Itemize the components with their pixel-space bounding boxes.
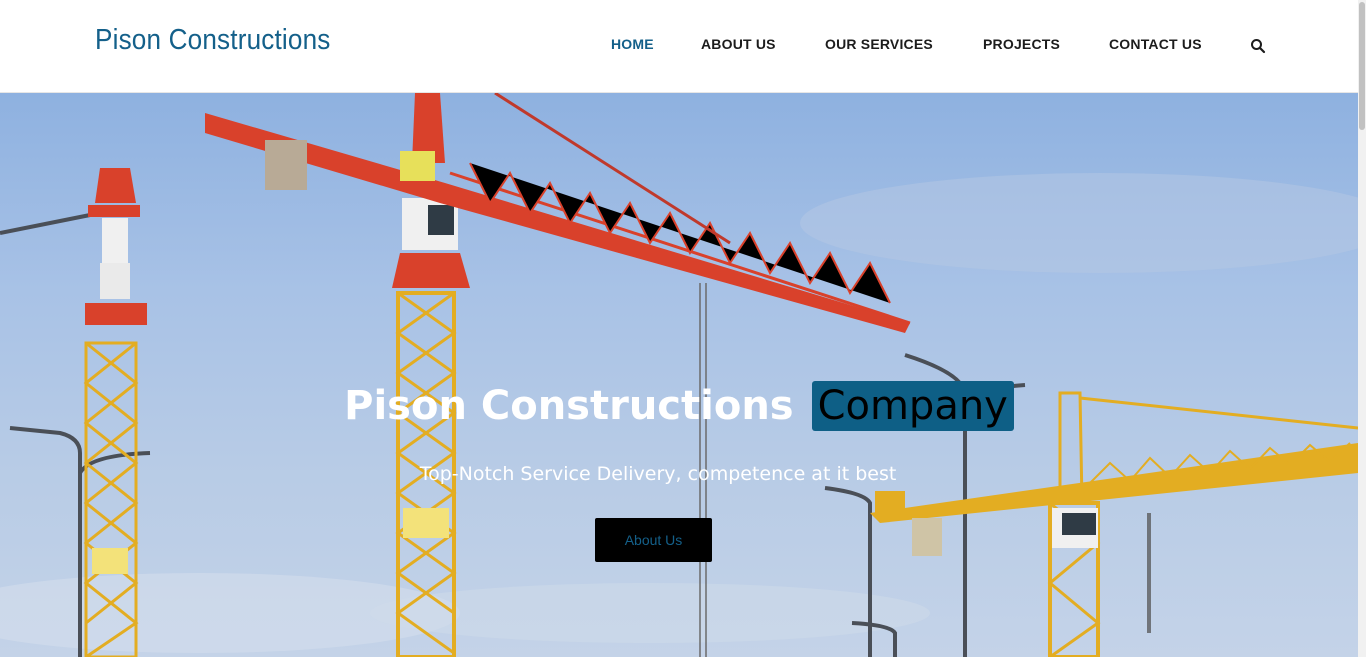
hero-banner: Pison Constructions Company Top-Notch Se… (0, 93, 1358, 657)
crane-middle (205, 93, 911, 657)
hero-title-highlight: Company (811, 381, 1014, 431)
site-header: Pison Constructions HOME ABOUT US OUR SE… (0, 0, 1358, 93)
nav-contact-us[interactable]: CONTACT US (1109, 36, 1202, 52)
search-icon[interactable] (1250, 38, 1266, 54)
hero-title-main: Pison Constructions (344, 383, 794, 429)
page-scrollbar[interactable] (1358, 0, 1366, 657)
crane-right (870, 391, 1358, 657)
nav-home[interactable]: HOME (611, 36, 654, 52)
hero-title: Pison Constructions Company (0, 381, 1358, 431)
nav-about-us[interactable]: ABOUT US (701, 36, 776, 52)
about-us-button[interactable]: About Us (595, 518, 712, 562)
brand-logo[interactable]: Pison Constructions (95, 24, 331, 57)
nav-projects[interactable]: PROJECTS (983, 36, 1060, 52)
scrollbar-thumb[interactable] (1359, 2, 1365, 130)
nav-our-services[interactable]: OUR SERVICES (825, 36, 933, 52)
hero-subtitle: Top-Notch Service Delivery, competence a… (419, 463, 897, 485)
construction-cranes-image (0, 93, 1358, 657)
